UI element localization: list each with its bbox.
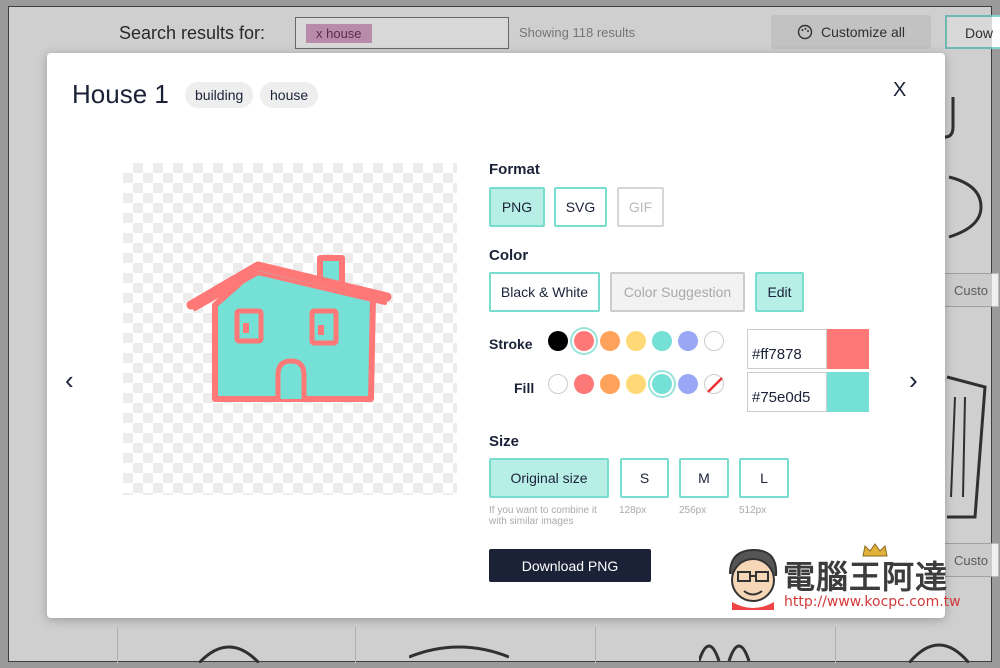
size-original-button[interactable]: Original size — [489, 458, 609, 498]
close-button[interactable]: X — [893, 79, 906, 102]
stroke-swatch-2[interactable] — [600, 331, 620, 351]
format-png-button[interactable]: PNG — [489, 187, 545, 227]
fill-hex-input[interactable] — [747, 372, 827, 412]
size-l-note: 512px — [739, 505, 767, 516]
fill-color-preview[interactable] — [827, 372, 869, 412]
watermark-url: http://www.kocpc.com.tw — [784, 594, 961, 610]
stroke-swatch-6[interactable] — [704, 331, 724, 351]
stroke-swatch-1[interactable] — [574, 331, 594, 351]
size-s-note: 128px — [619, 505, 647, 516]
fill-swatch-5[interactable] — [678, 374, 698, 394]
size-l-button[interactable]: L — [739, 458, 789, 498]
previous-icon-button[interactable]: ‹ — [65, 365, 74, 396]
size-m-note: 256px — [679, 505, 707, 516]
house-icon — [186, 255, 392, 402]
stroke-swatch-0[interactable] — [548, 331, 568, 351]
fill-swatch-6[interactable] — [704, 374, 724, 394]
stroke-label: Stroke — [489, 336, 533, 352]
size-heading: Size — [489, 433, 520, 450]
icon-preview — [123, 163, 457, 495]
tag-building[interactable]: building — [185, 82, 254, 108]
fill-swatch-0[interactable] — [548, 374, 568, 394]
stroke-hex-input[interactable] — [747, 329, 827, 369]
stroke-swatch-5[interactable] — [678, 331, 698, 351]
fill-swatch-2[interactable] — [600, 374, 620, 394]
color-heading: Color — [489, 247, 529, 264]
icon-title: House 1 — [72, 79, 169, 109]
format-heading: Format — [489, 161, 540, 178]
icon-detail-modal: House 1 building house X ‹ › Format PNG … — [47, 53, 945, 618]
fill-label: Fill — [514, 380, 535, 396]
size-m-button[interactable]: M — [679, 458, 729, 498]
format-gif-button[interactable]: GIF — [617, 187, 664, 227]
stroke-swatch-4[interactable] — [652, 331, 672, 351]
black-white-button[interactable]: Black & White — [489, 272, 600, 312]
color-suggestion-button[interactable]: Color Suggestion — [610, 272, 745, 312]
fill-swatch-3[interactable] — [626, 374, 646, 394]
watermark-text: 電腦王阿達 — [783, 558, 949, 596]
size-s-button[interactable]: S — [620, 458, 669, 498]
fill-swatch-1[interactable] — [574, 374, 594, 394]
edit-color-button[interactable]: Edit — [755, 272, 804, 312]
download-png-button[interactable]: Download PNG — [489, 549, 651, 582]
next-icon-button[interactable]: › — [909, 365, 918, 396]
stroke-swatch-3[interactable] — [626, 331, 646, 351]
stroke-color-preview[interactable] — [827, 329, 869, 369]
fill-swatch-4[interactable] — [652, 374, 672, 394]
tag-house[interactable]: house — [260, 82, 319, 108]
format-svg-button[interactable]: SVG — [554, 187, 607, 227]
size-original-note: If you want to combine it with similar i… — [489, 505, 597, 527]
mascot-face-logo — [729, 548, 778, 610]
